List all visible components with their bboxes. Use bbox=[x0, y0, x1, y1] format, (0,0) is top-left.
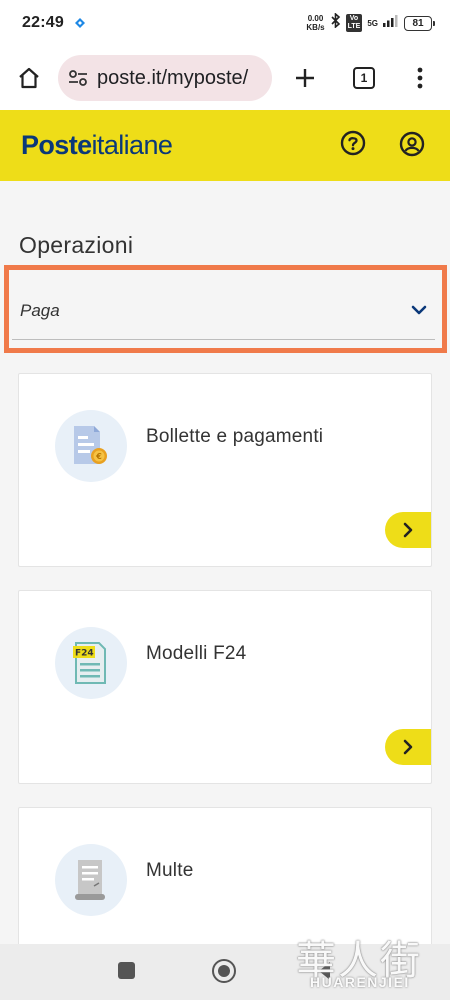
user-icon bbox=[399, 131, 425, 157]
network-speed-value: 0.00 bbox=[307, 14, 324, 23]
svg-text:€: € bbox=[95, 452, 102, 461]
chevron-right-icon bbox=[403, 739, 413, 755]
card-multe[interactable]: Multe bbox=[18, 807, 432, 947]
network-speed-unit: KB/s bbox=[306, 23, 325, 32]
signal-icon bbox=[383, 14, 399, 32]
bluetooth-icon bbox=[330, 12, 341, 33]
battery-indicator: 81 bbox=[404, 15, 435, 31]
tab-switcher-button[interactable]: 1 bbox=[342, 52, 386, 104]
browser-toolbar: poste.it/myposte/ 1 bbox=[0, 46, 450, 110]
network-speed: 0.00 KB/s bbox=[306, 14, 324, 32]
f24-form-icon: F24 bbox=[55, 627, 127, 699]
card-label: Multe bbox=[146, 860, 194, 881]
chevron-right-icon bbox=[403, 522, 413, 538]
fine-receipt-icon bbox=[55, 844, 127, 916]
browser-home-button[interactable] bbox=[1, 50, 57, 106]
site-settings-icon[interactable] bbox=[68, 69, 88, 87]
card-label: Modelli F24 bbox=[146, 643, 247, 664]
address-bar[interactable]: poste.it/myposte/ bbox=[58, 55, 272, 101]
help-button[interactable] bbox=[338, 128, 368, 158]
status-indicators: 0.00 KB/s Vo LTE 5G 81 bbox=[306, 12, 435, 33]
tab-count: 1 bbox=[353, 67, 375, 89]
operations-dropdown[interactable]: Paga bbox=[12, 283, 435, 340]
poste-italiane-logo[interactable]: Posteitaliane bbox=[21, 130, 173, 161]
f24-icon-text: F24 bbox=[75, 649, 94, 659]
home-button[interactable] bbox=[212, 959, 236, 983]
chevron-down-icon bbox=[411, 305, 427, 315]
dropdown-selected-value: Paga bbox=[20, 301, 60, 320]
home-icon bbox=[19, 67, 39, 89]
card-arrow-button[interactable] bbox=[385, 512, 431, 548]
card-arrow-button[interactable] bbox=[385, 729, 431, 765]
card-bollette-pagamenti[interactable]: € Bollette e pagamenti bbox=[18, 373, 432, 567]
watermark-logo: 華人街 HUARENJIEI bbox=[296, 928, 446, 996]
new-tab-button[interactable] bbox=[283, 52, 327, 104]
site-header: Posteitaliane bbox=[0, 110, 450, 181]
help-icon bbox=[340, 130, 366, 156]
bill-payment-icon: € bbox=[55, 410, 127, 482]
watermark-latin: HUARENJIEI bbox=[310, 974, 410, 990]
notification-app-icon bbox=[74, 17, 86, 29]
plus-icon bbox=[296, 69, 314, 87]
logo-light: italiane bbox=[91, 130, 173, 160]
network-type: 5G bbox=[367, 18, 378, 28]
volte-top: Vo bbox=[349, 15, 359, 22]
card-modelli-f24[interactable]: F24 Modelli F24 bbox=[18, 590, 432, 784]
card-label: Bollette e pagamenti bbox=[146, 426, 324, 447]
url-text: poste.it/myposte/ bbox=[97, 66, 249, 89]
recents-button[interactable] bbox=[118, 962, 135, 979]
status-time: 22:49 bbox=[22, 14, 64, 31]
volte-bottom: LTE bbox=[347, 23, 361, 30]
browser-menu-button[interactable] bbox=[400, 52, 440, 104]
logo-bold: Poste bbox=[21, 130, 92, 160]
volte-badge: Vo LTE bbox=[345, 14, 363, 32]
status-bar: 22:49 0.00 KB/s Vo LTE 5G 81 bbox=[0, 0, 450, 46]
account-button[interactable] bbox=[397, 129, 427, 159]
section-title: Operazioni bbox=[19, 232, 134, 258]
more-vertical-icon bbox=[417, 67, 423, 89]
